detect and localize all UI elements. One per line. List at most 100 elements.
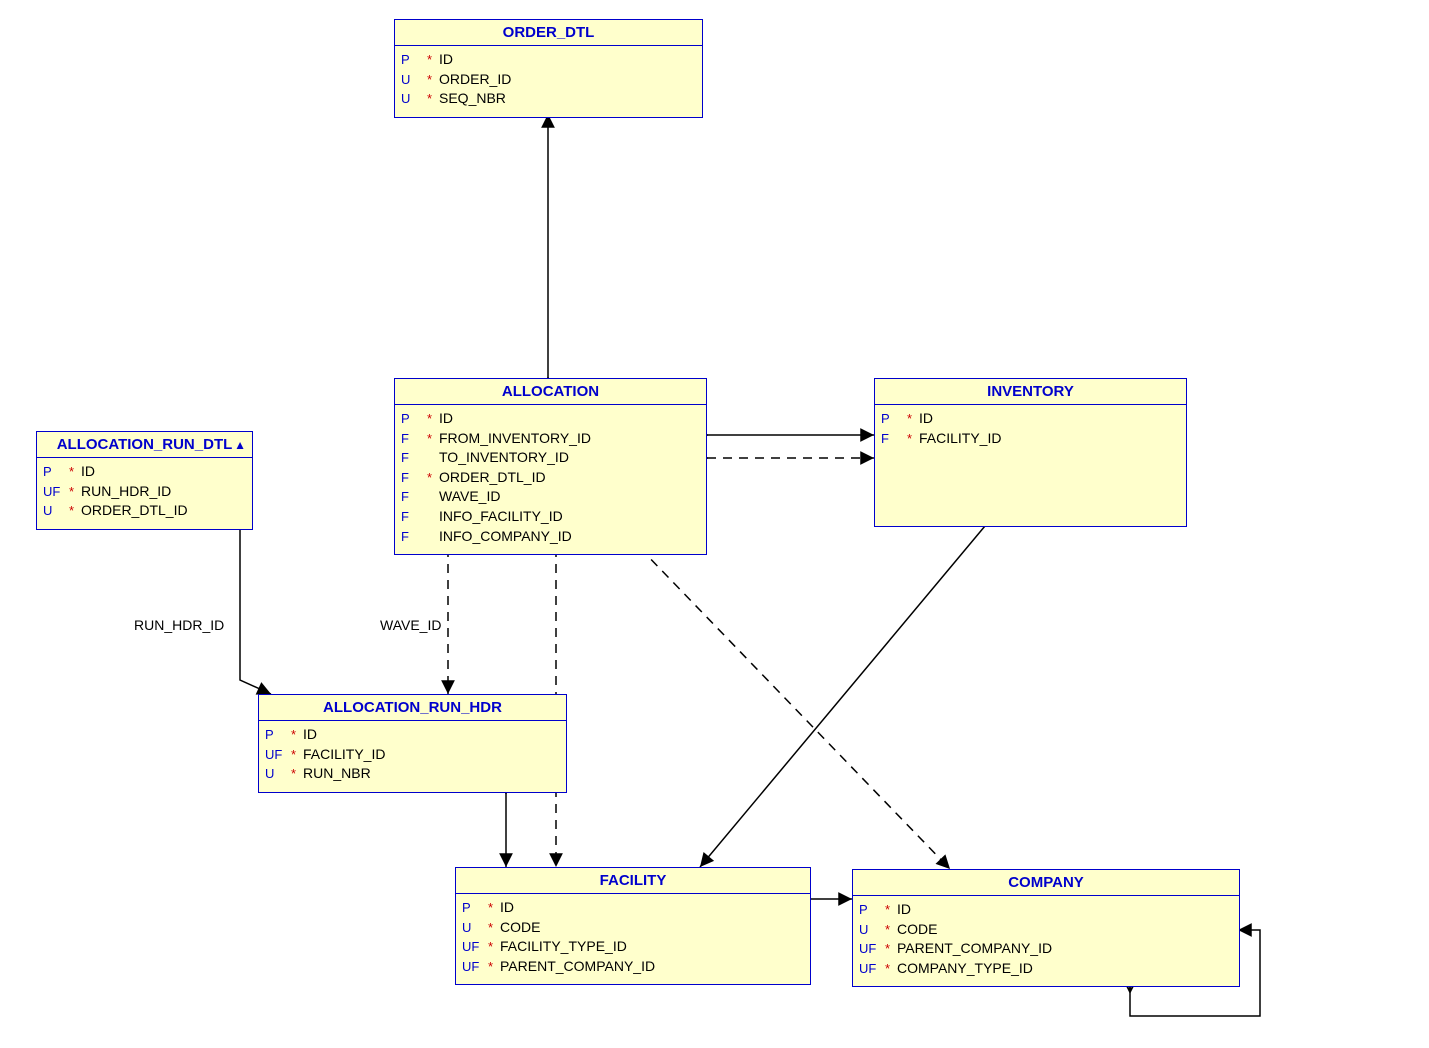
attribute-name: INFO_COMPANY_ID bbox=[439, 527, 572, 547]
attribute-name: FACILITY_ID bbox=[303, 745, 385, 765]
attribute-row: U*RUN_NBR bbox=[265, 764, 560, 784]
attribute-row: UF*FACILITY_ID bbox=[265, 745, 560, 765]
key-flag: UF bbox=[43, 483, 69, 501]
entity-body: P*IDF*FROM_INVENTORY_IDFTO_INVENTORY_IDF… bbox=[395, 405, 706, 554]
key-flag: F bbox=[881, 430, 907, 448]
attribute-name: ID bbox=[303, 725, 317, 745]
attribute-name: COMPANY_TYPE_ID bbox=[897, 959, 1033, 979]
required-marker: * bbox=[427, 410, 439, 428]
attribute-row: UF*PARENT_COMPANY_ID bbox=[859, 939, 1233, 959]
key-flag: UF bbox=[859, 960, 885, 978]
key-flag: UF bbox=[859, 940, 885, 958]
key-flag: F bbox=[401, 449, 427, 467]
required-marker: * bbox=[488, 958, 500, 976]
key-flag: UF bbox=[462, 958, 488, 976]
attribute-name: ID bbox=[81, 462, 95, 482]
attribute-name: RUN_NBR bbox=[303, 764, 371, 784]
attribute-row: U*SEQ_NBR bbox=[401, 89, 696, 109]
key-flag: U bbox=[859, 921, 885, 939]
attribute-row: UF*RUN_HDR_ID bbox=[43, 482, 246, 502]
attribute-name: FROM_INVENTORY_ID bbox=[439, 429, 591, 449]
entity-title: ALLOCATION_RUN_DTL ▲ bbox=[37, 432, 252, 458]
entity-title: ALLOCATION_RUN_HDR bbox=[259, 695, 566, 721]
required-marker: * bbox=[488, 919, 500, 937]
attribute-name: PARENT_COMPANY_ID bbox=[500, 957, 655, 977]
attribute-name: WAVE_ID bbox=[439, 487, 500, 507]
attribute-name: FACILITY_ID bbox=[919, 429, 1001, 449]
attribute-row: P*ID bbox=[43, 462, 246, 482]
required-marker: * bbox=[907, 430, 919, 448]
key-flag: U bbox=[462, 919, 488, 937]
key-flag: P bbox=[43, 463, 69, 481]
attribute-name: INFO_FACILITY_ID bbox=[439, 507, 563, 527]
relationship-label: RUN_HDR_ID bbox=[134, 617, 224, 633]
attribute-row: F*FACILITY_ID bbox=[881, 429, 1180, 449]
key-flag: UF bbox=[462, 938, 488, 956]
entity-title: COMPANY bbox=[853, 870, 1239, 896]
attribute-row: F*ORDER_DTL_ID bbox=[401, 468, 700, 488]
attribute-row: P*ID bbox=[401, 409, 700, 429]
entity-inventory: INVENTORY P*IDF*FACILITY_ID bbox=[874, 378, 1187, 527]
entity-allocation-run-dtl: ALLOCATION_RUN_DTL ▲ P*IDUF*RUN_HDR_IDU*… bbox=[36, 431, 253, 530]
attribute-name: ID bbox=[439, 409, 453, 429]
key-flag: P bbox=[401, 51, 427, 69]
attribute-name: ORDER_DTL_ID bbox=[439, 468, 546, 488]
key-flag: F bbox=[401, 488, 427, 506]
required-marker: * bbox=[907, 410, 919, 428]
entity-allocation: ALLOCATION P*IDF*FROM_INVENTORY_IDFTO_IN… bbox=[394, 378, 707, 555]
attribute-name: ORDER_ID bbox=[439, 70, 511, 90]
attribute-row: U*CODE bbox=[859, 920, 1233, 940]
required-marker: * bbox=[427, 51, 439, 69]
key-flag: F bbox=[401, 508, 427, 526]
entity-company: COMPANY P*IDU*CODEUF*PARENT_COMPANY_IDUF… bbox=[852, 869, 1240, 987]
entity-title: ALLOCATION bbox=[395, 379, 706, 405]
attribute-row: F INFO_COMPANY_ID bbox=[401, 527, 700, 547]
attribute-name: PARENT_COMPANY_ID bbox=[897, 939, 1052, 959]
relationship-label: WAVE_ID bbox=[380, 617, 441, 633]
required-marker: * bbox=[885, 960, 897, 978]
attribute-name: FACILITY_TYPE_ID bbox=[500, 937, 627, 957]
entity-title: ORDER_DTL bbox=[395, 20, 702, 46]
required-marker: * bbox=[291, 746, 303, 764]
key-flag: F bbox=[401, 528, 427, 546]
attribute-row: F WAVE_ID bbox=[401, 487, 700, 507]
entity-title: FACILITY bbox=[456, 868, 810, 894]
key-flag: U bbox=[43, 502, 69, 520]
attribute-row: F INFO_FACILITY_ID bbox=[401, 507, 700, 527]
attribute-row: P*ID bbox=[265, 725, 560, 745]
attribute-row: P*ID bbox=[859, 900, 1233, 920]
attribute-name: ID bbox=[439, 50, 453, 70]
entity-title: INVENTORY bbox=[875, 379, 1186, 405]
attribute-row: P*ID bbox=[881, 409, 1180, 429]
entity-allocation-run-hdr: ALLOCATION_RUN_HDR P*IDUF*FACILITY_IDU*R… bbox=[258, 694, 567, 793]
required-marker: * bbox=[69, 483, 81, 501]
entity-order-dtl: ORDER_DTL P*IDU*ORDER_IDU*SEQ_NBR bbox=[394, 19, 703, 118]
attribute-row: U*CODE bbox=[462, 918, 804, 938]
entity-body: P*IDU*CODEUF*FACILITY_TYPE_IDUF*PARENT_C… bbox=[456, 894, 810, 984]
note-icon: ▲ bbox=[234, 438, 246, 452]
attribute-name: RUN_HDR_ID bbox=[81, 482, 171, 502]
attribute-name: ORDER_DTL_ID bbox=[81, 501, 188, 521]
entity-body: P*IDU*CODEUF*PARENT_COMPANY_IDUF*COMPANY… bbox=[853, 896, 1239, 986]
key-flag: F bbox=[401, 430, 427, 448]
key-flag: U bbox=[401, 90, 427, 108]
attribute-name: CODE bbox=[500, 918, 540, 938]
required-marker: * bbox=[885, 921, 897, 939]
attribute-row: FTO_INVENTORY_ID bbox=[401, 448, 700, 468]
key-flag: U bbox=[265, 765, 291, 783]
attribute-row: U*ORDER_ID bbox=[401, 70, 696, 90]
entity-body: P*IDF*FACILITY_ID bbox=[875, 405, 1186, 456]
entity-body: P*IDU*ORDER_IDU*SEQ_NBR bbox=[395, 46, 702, 117]
key-flag: UF bbox=[265, 746, 291, 764]
key-flag: P bbox=[462, 899, 488, 917]
required-marker: * bbox=[69, 502, 81, 520]
key-flag: P bbox=[881, 410, 907, 428]
entity-title-text: ALLOCATION_RUN_DTL bbox=[57, 436, 233, 453]
required-marker: * bbox=[885, 940, 897, 958]
key-flag: U bbox=[401, 71, 427, 89]
required-marker: * bbox=[427, 90, 439, 108]
attribute-name: CODE bbox=[897, 920, 937, 940]
required-marker: * bbox=[488, 938, 500, 956]
attribute-row: U*ORDER_DTL_ID bbox=[43, 501, 246, 521]
required-marker: * bbox=[291, 726, 303, 744]
